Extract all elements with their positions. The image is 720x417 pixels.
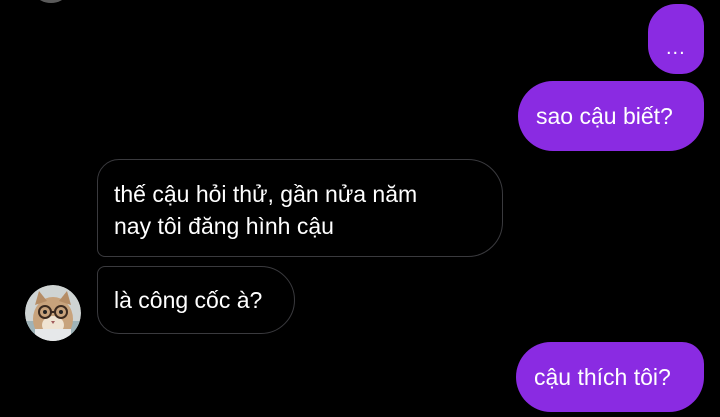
message-text: sao cậu biết? <box>536 103 673 129</box>
message-text-line: thế cậu hỏi thử, gần nửa năm <box>114 181 418 207</box>
sent-message-bubble[interactable]: sao cậu biết? <box>518 81 704 151</box>
message-text: cậu thích tôi? <box>534 364 671 390</box>
received-message-bubble[interactable]: thế cậu hỏi thử, gần nửa năm nay tôi đăn… <box>97 159 503 257</box>
sender-avatar[interactable] <box>25 285 81 341</box>
message-text: ... <box>666 37 686 59</box>
message-text: là công cốc à? <box>114 287 263 313</box>
previous-avatar-partial <box>34 0 68 4</box>
sent-message-bubble[interactable]: cậu thích tôi? <box>516 342 704 412</box>
message-text-line: nay tôi đăng hình cậu <box>114 213 334 239</box>
chat-thread: ... sao cậu biết? thế cậu hỏi thử, gần n… <box>0 0 720 417</box>
received-message-bubble[interactable]: là công cốc à? <box>97 266 295 334</box>
cat-with-glasses-icon <box>25 285 81 341</box>
sent-message-bubble[interactable]: ... <box>648 4 704 74</box>
